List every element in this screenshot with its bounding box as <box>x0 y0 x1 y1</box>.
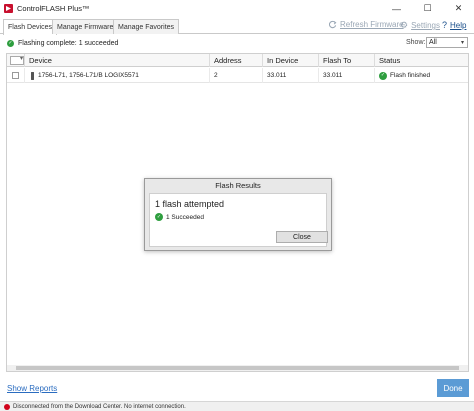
help-button[interactable]: ? Help <box>442 20 466 30</box>
flash-attempted-text: 1 flash attempted <box>155 199 225 209</box>
dialog-title: Flash Results <box>215 181 261 190</box>
flash-to-cell: 33.011 <box>319 68 375 83</box>
column-in-device[interactable]: In Device <box>263 54 319 67</box>
column-device[interactable]: Device <box>25 54 210 67</box>
dialog-body: 1 flash attempted ✓ 1 Succeeded Close <box>149 193 328 247</box>
status-cell: ✓ Flash finished <box>375 68 468 83</box>
refresh-firmware-button[interactable]: Refresh Firmware <box>328 20 404 29</box>
in-device-cell: 33.011 <box>263 68 319 83</box>
tab-bar: Flash Devices Manage Firmware Manage Fav… <box>0 17 474 35</box>
table-header: Device Address In Device Flash To Status <box>7 54 468 67</box>
column-flash-to[interactable]: Flash To <box>319 54 375 67</box>
window-controls: — ☐ ✕ <box>381 0 474 17</box>
flash-status-row: ✓ Flashing complete: 1 succeeded Show: A… <box>0 35 474 52</box>
column-status[interactable]: Status <box>375 54 468 67</box>
app-logo-icon <box>4 4 13 13</box>
device-cell: 1756-L71, 1756-L71/B LOGIX5571 <box>25 68 210 83</box>
help-label: Help <box>450 20 467 30</box>
close-dialog-button[interactable]: Close <box>276 231 328 243</box>
controller-module-icon <box>31 71 34 80</box>
show-filter-label: Show: <box>406 39 426 46</box>
select-all-column <box>7 54 25 67</box>
row-checkbox[interactable] <box>12 72 19 79</box>
tab-manage-favorites[interactable]: Manage Favorites <box>113 19 180 34</box>
select-all-checkbox[interactable] <box>10 55 24 65</box>
status-text: Flash finished <box>390 72 431 79</box>
title-bar: ControlFLASH Plus™ — ☐ ✕ <box>0 0 474 17</box>
table-row[interactable]: 1756-L71, 1756-L71/B LOGIX5571 2 33.011 … <box>7 68 468 83</box>
show-reports-link[interactable]: Show Reports <box>7 384 57 393</box>
connection-status-text: Disconnected from the Download Center. N… <box>13 403 186 410</box>
scrollbar-thumb[interactable] <box>16 366 459 370</box>
minimize-button[interactable]: — <box>381 0 412 17</box>
status-bar: Disconnected from the Download Center. N… <box>0 401 474 411</box>
refresh-icon <box>328 20 337 29</box>
help-icon: ? <box>442 20 448 30</box>
show-filter-value: All <box>429 39 437 46</box>
success-check-icon: ✓ <box>379 71 387 80</box>
show-filter-select[interactable]: All ▾ <box>426 37 468 48</box>
chevron-down-icon: ▾ <box>460 40 464 46</box>
success-check-icon: ✓ <box>155 213 163 221</box>
flash-results-dialog: Flash Results 1 flash attempted ✓ 1 Succ… <box>144 178 332 251</box>
gear-icon: ⚙ <box>400 20 409 30</box>
address-cell: 2 <box>210 68 263 83</box>
window-title: ControlFLASH Plus™ <box>17 4 90 13</box>
flash-status-message: Flashing complete: 1 succeeded <box>18 40 119 47</box>
refresh-firmware-label: Refresh Firmware <box>340 20 404 29</box>
tab-flash-devices[interactable]: Flash Devices <box>3 19 57 35</box>
succeeded-text: 1 Succeeded <box>166 213 204 221</box>
succeeded-result: ✓ 1 Succeeded <box>155 213 204 221</box>
maximize-button[interactable]: ☐ <box>412 0 443 17</box>
done-button[interactable]: Done <box>437 379 469 397</box>
horizontal-scrollbar[interactable] <box>7 365 468 371</box>
disconnected-icon <box>4 403 10 410</box>
column-address[interactable]: Address <box>210 54 263 67</box>
device-name: 1756-L71, 1756-L71/B LOGIX5571 <box>38 72 139 79</box>
settings-label: Settings <box>411 21 440 30</box>
close-window-button[interactable]: ✕ <box>443 0 474 17</box>
success-check-icon: ✓ <box>7 40 14 47</box>
tab-manage-firmware[interactable]: Manage Firmware <box>52 19 119 34</box>
settings-button[interactable]: ⚙ Settings <box>400 20 440 31</box>
row-select-cell <box>7 68 25 83</box>
